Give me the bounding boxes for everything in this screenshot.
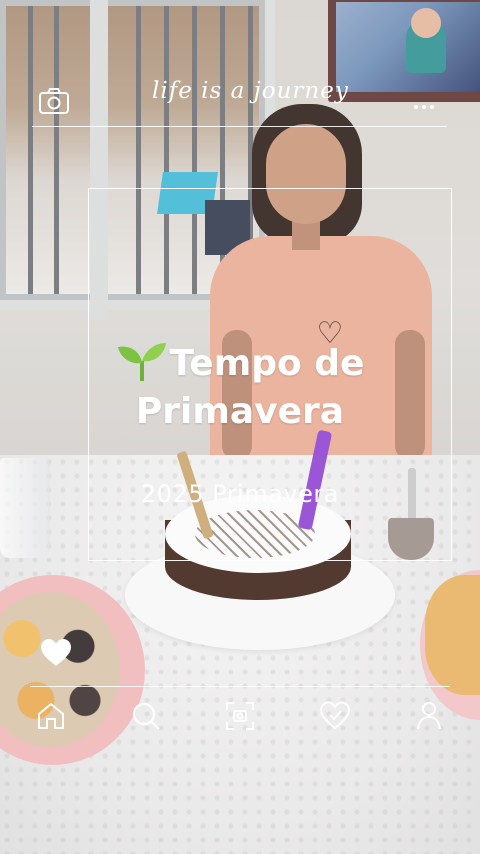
nav-home[interactable] (30, 695, 72, 737)
profile-icon (417, 702, 441, 730)
search-icon (132, 702, 160, 730)
bottom-nav (30, 694, 450, 738)
title-line-2: Primavera (135, 391, 345, 432)
home-icon (38, 702, 64, 729)
header-divider (32, 126, 447, 127)
story-title: Tempo de Primavera (60, 340, 420, 436)
scan-icon (226, 702, 254, 730)
nav-scan[interactable] (219, 695, 261, 737)
nav-search[interactable] (125, 695, 167, 737)
nav-profile[interactable] (408, 695, 450, 737)
tagline: life is a journey (152, 78, 349, 104)
nav-favorites[interactable] (314, 695, 356, 737)
story-subtitle: 2025 Primavera (141, 480, 339, 508)
title-line-1: Tempo de (60, 340, 420, 388)
heart-icon[interactable] (40, 638, 72, 668)
story-screen: ♡ life is a journey Tempo de Primavera 2… (0, 0, 480, 854)
sprout-icon (116, 341, 168, 381)
more-dots-icon[interactable] (414, 94, 442, 109)
heart-outline-icon (319, 701, 350, 730)
nav-divider (30, 686, 450, 687)
camera-icon[interactable] (38, 87, 70, 115)
